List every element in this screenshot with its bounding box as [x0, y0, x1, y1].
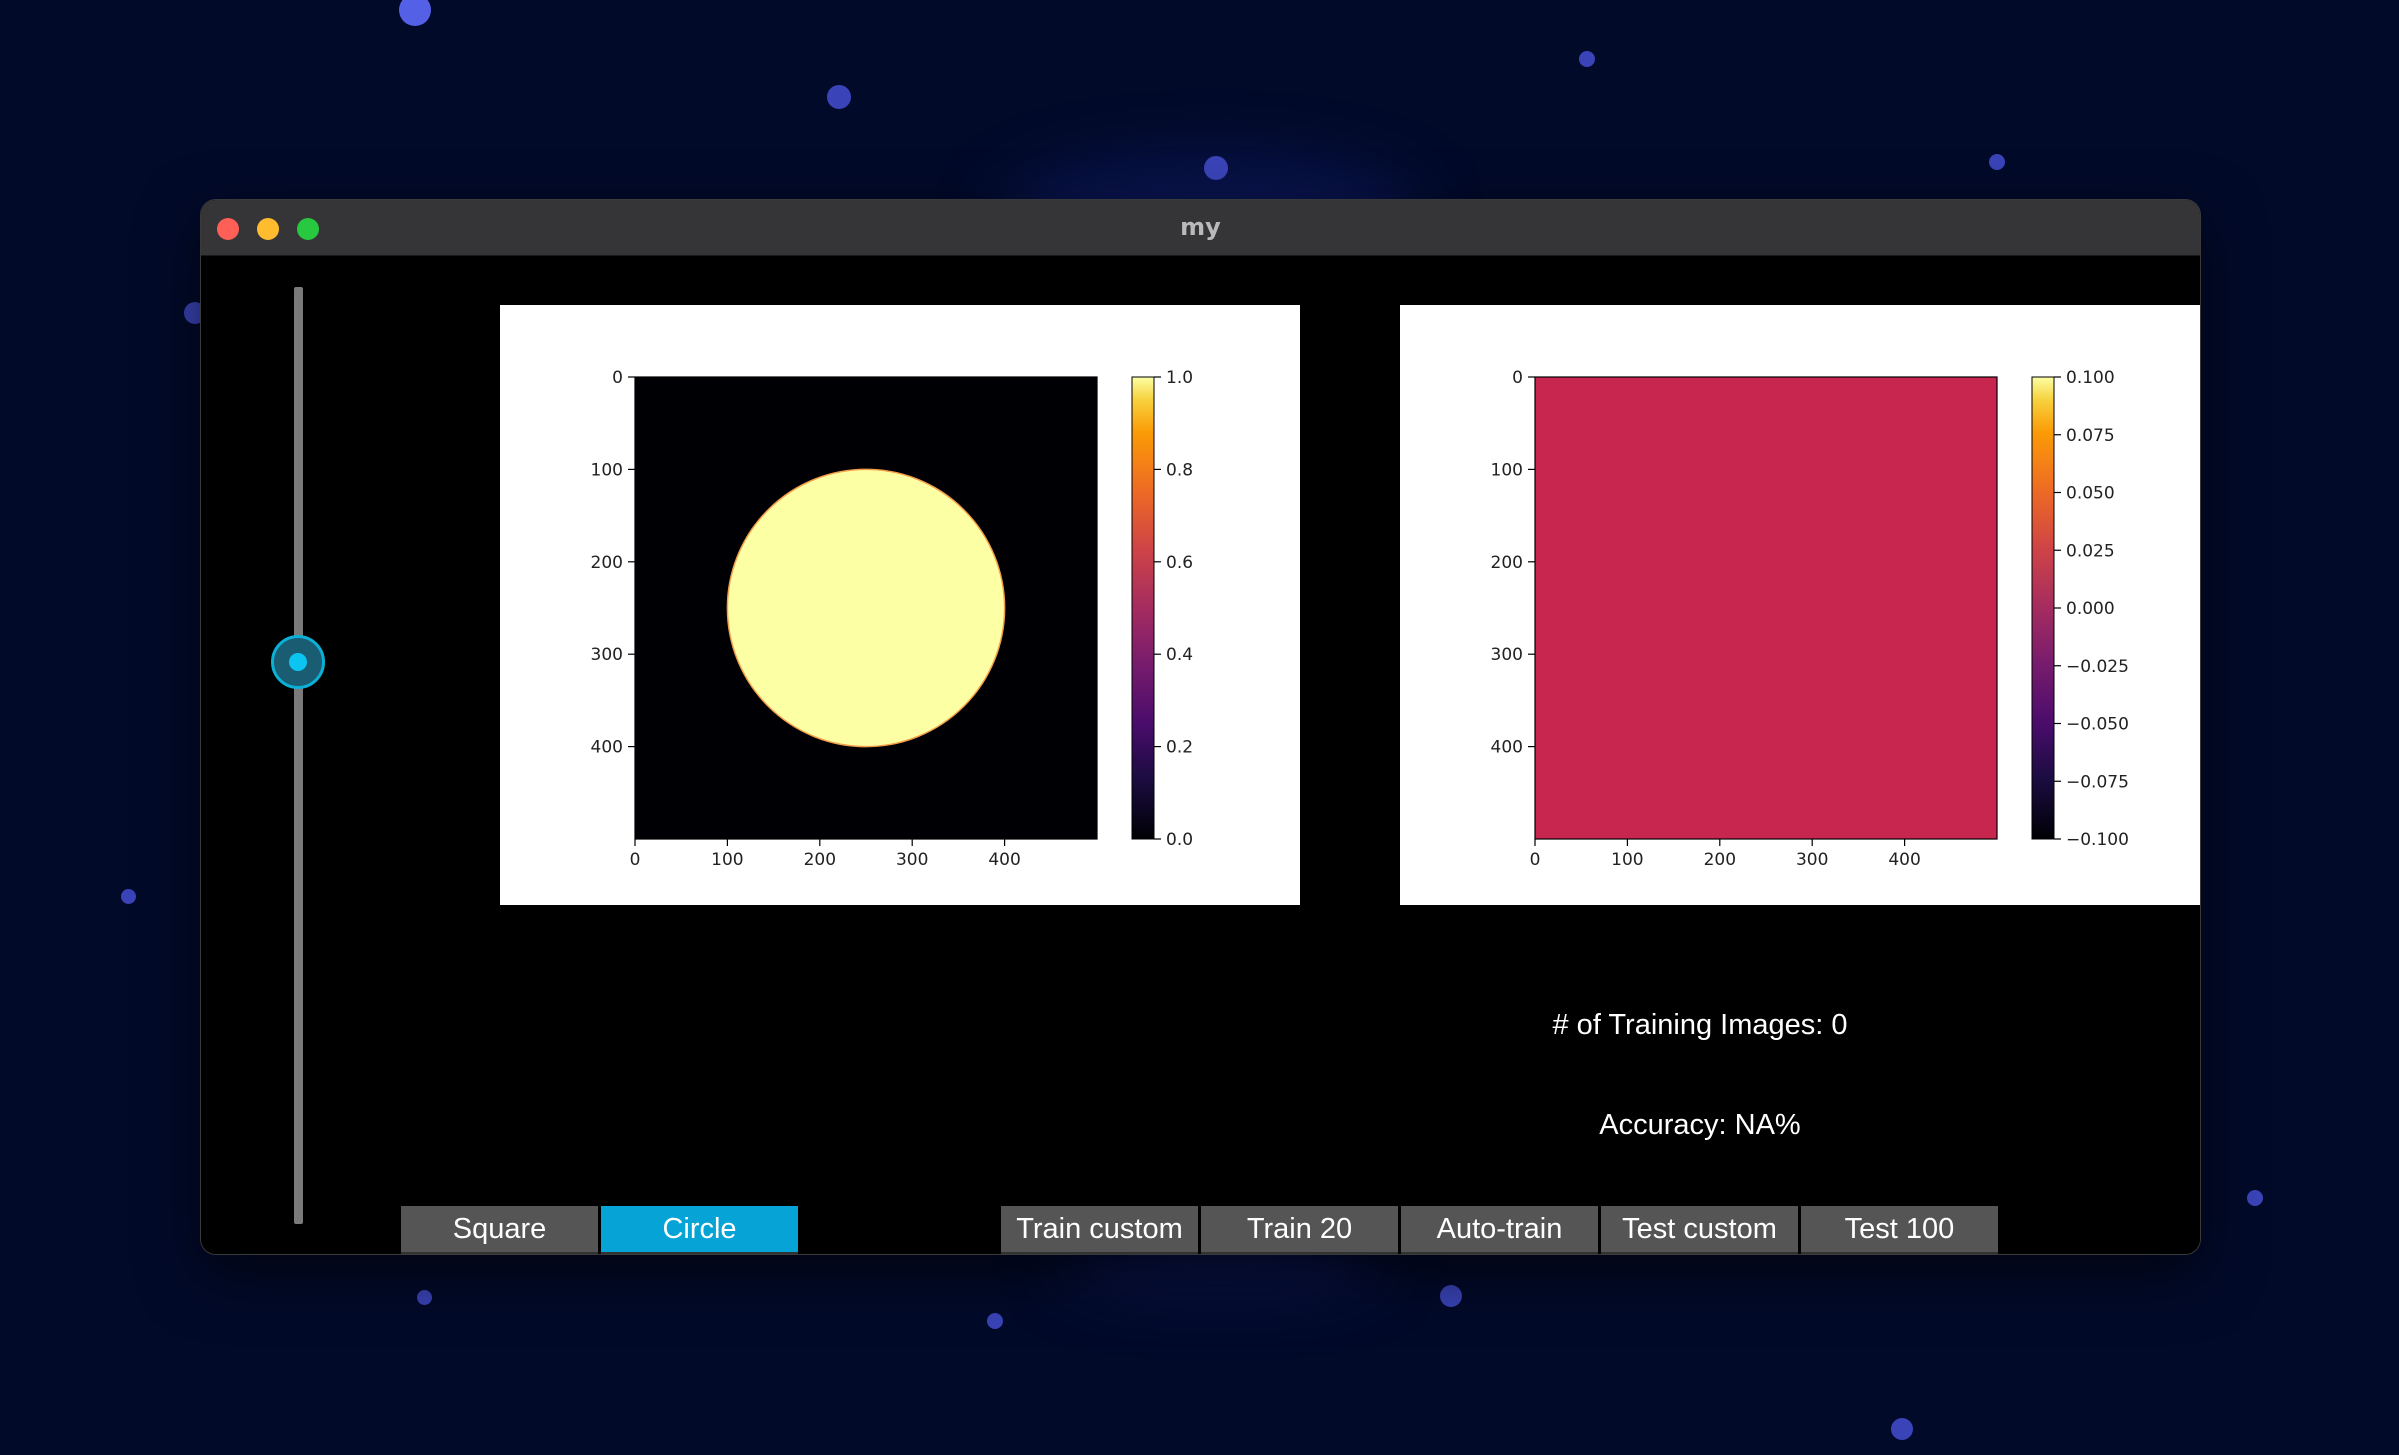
colorbar-tick-label: 0.000: [2066, 599, 2115, 619]
background-dot: [1579, 51, 1595, 67]
input-image-chart: 0 100 200 300 400 0 100 200 300 400 0.0 0.2 0.4 0.6 0.…: [591, 368, 1194, 870]
heatmap-uniform-fill: [1535, 377, 1997, 839]
x-tick-label: 0: [630, 850, 641, 870]
title-bar: my: [201, 200, 2200, 256]
circle-shape-button[interactable]: Circle: [601, 1206, 798, 1254]
heatmap-circle: [726, 468, 1006, 748]
y-tick-label: 200: [591, 553, 623, 573]
y-tick-label: 400: [591, 738, 623, 758]
colorbar-tick-label: 0.4: [1166, 645, 1193, 665]
input-image-plot: 0 100 200 300 400 0 100 200 300 400 0.0 0.2 0.4 0.6 0.…: [500, 305, 1300, 905]
background-dot: [1989, 154, 2005, 170]
colorbar: [1131, 376, 1155, 840]
training-images-count: # of Training Images: 0: [1552, 1009, 1848, 1041]
y-tick-label: 200: [1491, 553, 1523, 573]
train-20-button[interactable]: Train 20: [1201, 1206, 1398, 1254]
main-content: 0 100 200 300 400 0 100 200 300 400 0.0 0.2 0.4 0.6 0.…: [201, 256, 2200, 1254]
colorbar-tick-label: −0.050: [2066, 715, 2129, 735]
output-image-chart: 0 100 200 300 400 0 100 200 300 400 −0.100 −0.075 −0…: [1491, 368, 2129, 870]
x-tick-label: 400: [988, 850, 1020, 870]
y-tick-label: 100: [1491, 460, 1523, 480]
x-tick-label: 0: [1530, 850, 1541, 870]
app-window: my 0 100 200 300 400 0 100 200 300 400 0.0 0.2 0.4 0.…: [200, 199, 2201, 1255]
y-tick-label: 0: [1512, 368, 1523, 388]
colorbar-tick-label: 0.0: [1166, 830, 1193, 850]
x-tick-label: 400: [1888, 850, 1920, 870]
background-dot: [1440, 1285, 1462, 1307]
vertical-slider-track[interactable]: [294, 287, 303, 1224]
colorbar-tick-label: 0.6: [1166, 553, 1193, 573]
y-tick-label: 300: [591, 645, 623, 665]
test-custom-button[interactable]: Test custom: [1601, 1206, 1798, 1254]
background-dot: [399, 0, 431, 26]
x-tick-label: 300: [896, 850, 928, 870]
background-dot: [1204, 156, 1228, 180]
colorbar-tick-label: 0.100: [2066, 368, 2115, 388]
background-dot: [827, 85, 851, 109]
output-image-plot: 0 100 200 300 400 0 100 200 300 400 −0.100 −0.075 −0…: [1400, 305, 2200, 905]
y-tick-label: 100: [591, 460, 623, 480]
colorbar-tick-label: −0.075: [2066, 772, 2129, 792]
train-custom-button[interactable]: Train custom: [1001, 1206, 1198, 1254]
colorbar-tick-label: 0.050: [2066, 484, 2115, 504]
colorbar-tick-label: 0.2: [1166, 738, 1193, 758]
colorbar-tick-label: −0.100: [2066, 830, 2129, 850]
auto-train-button[interactable]: Auto-train: [1401, 1206, 1598, 1254]
colorbar: [2031, 376, 2055, 840]
x-tick-label: 200: [804, 850, 836, 870]
colorbar-tick-label: 0.075: [2066, 426, 2115, 446]
background-dot: [2247, 1190, 2263, 1206]
test-100-button[interactable]: Test 100: [1801, 1206, 1998, 1254]
background-dot: [1891, 1418, 1913, 1440]
x-tick-label: 200: [1704, 850, 1736, 870]
colorbar-tick-label: −0.025: [2066, 657, 2129, 677]
background-dot: [417, 1290, 432, 1305]
accuracy-label: Accuracy: NA%: [1599, 1109, 1801, 1141]
square-shape-button[interactable]: Square: [401, 1206, 598, 1254]
colorbar-tick-label: 0.8: [1166, 460, 1193, 480]
slider-handle-dot: [289, 652, 307, 671]
y-tick-label: 0: [612, 368, 623, 388]
background-dot: [121, 889, 136, 904]
background-dot: [987, 1313, 1003, 1329]
y-tick-label: 400: [1491, 738, 1523, 758]
colorbar-tick-label: 0.025: [2066, 541, 2115, 561]
vertical-slider-handle[interactable]: [271, 634, 325, 689]
y-tick-label: 300: [1491, 645, 1523, 665]
window-title: my: [1180, 213, 1221, 241]
x-tick-label: 300: [1796, 850, 1828, 870]
x-tick-label: 100: [711, 850, 743, 870]
colorbar-tick-label: 1.0: [1166, 368, 1193, 388]
x-tick-label: 100: [1611, 850, 1643, 870]
